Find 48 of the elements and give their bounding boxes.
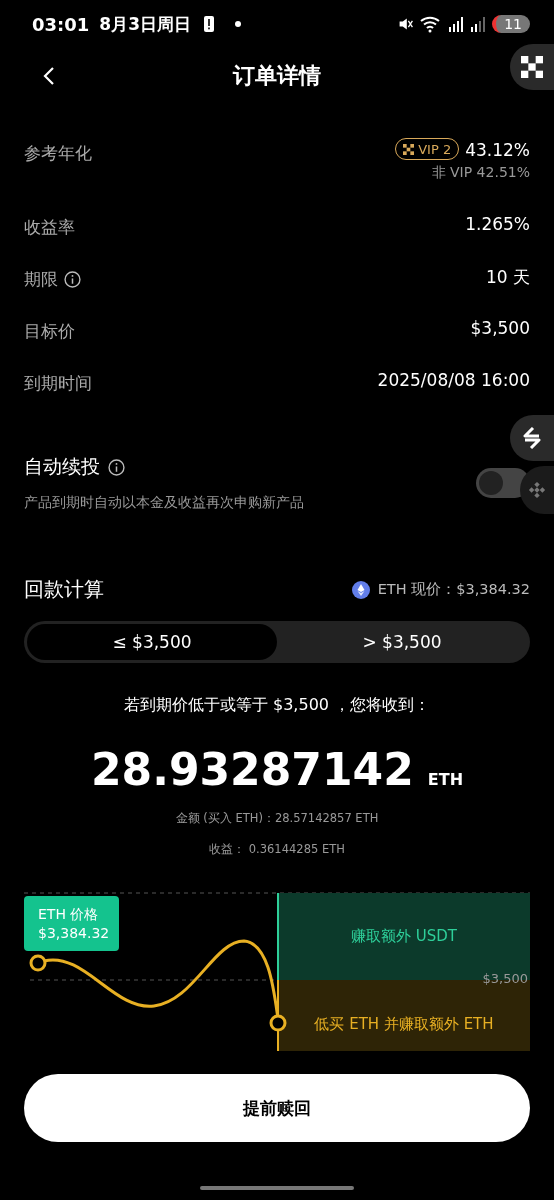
status-date: 8月3日周日: [99, 12, 191, 36]
ethereum-icon: [351, 580, 370, 599]
clock-time: 03:01: [32, 13, 90, 35]
payout-amount: 28.93287142: [90, 744, 414, 795]
current-price: ETH 现价：$3,384.32: [377, 580, 530, 599]
zone-label: 赚取额外 USDT: [351, 927, 457, 945]
detail-value: 10 天: [485, 266, 530, 289]
result-sentence: 若到期价低于或等于 $3,500 ，您将收到：: [122, 695, 432, 716]
floating-button[interactable]: [510, 415, 554, 461]
redeem-button[interactable]: 提前赎回: [24, 1074, 530, 1142]
grid-logo-icon: [403, 143, 415, 155]
info-icon[interactable]: [108, 458, 125, 476]
detail-value: $3,500: [470, 317, 530, 338]
info-icon[interactable]: [64, 271, 81, 288]
back-icon[interactable]: [42, 66, 56, 86]
signal-icon: [448, 15, 465, 33]
section-title: 回款计算: [24, 576, 104, 603]
detail-note: 非 VIP 42.51%: [431, 164, 530, 182]
dot-icon: [234, 21, 241, 27]
price-tag-value: $3,384.32: [38, 925, 110, 941]
setting-label: 自动续投: [24, 454, 100, 479]
price-tag-label: ETH 价格: [38, 906, 99, 922]
breakdown-line: 金额 (买入 ETH)：28.57142857 ETH: [174, 811, 380, 826]
grid-logo-icon: [521, 56, 543, 78]
page-title: 订单详情: [233, 62, 321, 90]
price-tab[interactable]: > $3,500: [277, 624, 527, 660]
start-point: [29, 954, 47, 972]
detail-label: 到期时间: [24, 372, 92, 395]
price-tab[interactable]: ≤ $3,500: [27, 624, 277, 660]
swap-arrows-icon: [521, 427, 543, 449]
zone-label: 低买 ETH 并赚取额外 ETH: [314, 1015, 494, 1033]
floating-button[interactable]: [510, 44, 554, 90]
diamond-logo-icon: [528, 481, 546, 499]
detail-value: 2025/08/08 16:00: [377, 369, 530, 390]
battery-level: 11: [492, 15, 530, 33]
detail-label: 目标价: [24, 320, 75, 343]
detail-label: 期限: [24, 268, 58, 291]
vip-level: VIP 2: [418, 141, 452, 157]
amount-unit: ETH: [427, 770, 464, 789]
breakdown-line: 收益： 0.36144285 ETH: [208, 842, 346, 857]
detail-value: 1.265%: [465, 213, 530, 234]
signal-icon: [470, 15, 487, 33]
strike-label: $3,500: [482, 971, 528, 986]
detail-label: 收益率: [24, 216, 75, 239]
end-point: [269, 1014, 287, 1032]
detail-label: 参考年化: [24, 142, 92, 165]
setting-description: 产品到期时自动以本金及收益再次申购新产品: [24, 494, 304, 512]
detail-value: 43.12%: [465, 139, 530, 160]
